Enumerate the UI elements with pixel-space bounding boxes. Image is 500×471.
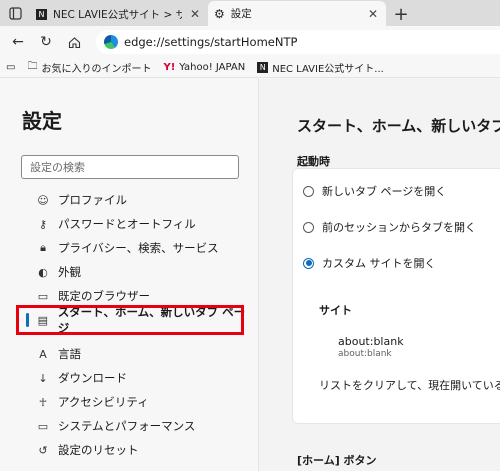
sidebar-item-label: 既定のブラウザー (58, 289, 150, 303)
sidebar-item-accessibility[interactable]: ☥ アクセシビリティ (22, 390, 252, 414)
option-label: 新しいタブ ページを開く (322, 185, 447, 198)
page-title: スタート、ホーム、新しいタブ (297, 117, 500, 135)
yahoo-icon: Y! (163, 62, 176, 73)
home-button[interactable] (62, 30, 86, 54)
startup-section-label: 起動時 (297, 155, 330, 168)
sidebar-item-label: 言語 (58, 347, 81, 361)
sidebar-item-language[interactable]: A 言語 (22, 342, 252, 366)
tab-actions-button[interactable] (0, 0, 30, 26)
folder-import-icon: 🗀 (27, 61, 38, 72)
sidebar-item-label: 外観 (58, 265, 81, 279)
settings-title: 設定 (22, 109, 62, 133)
gear-icon: ⚙ (214, 6, 225, 21)
site-entry-title: about:blank (338, 335, 404, 348)
palette-icon: ◐ (38, 265, 48, 279)
tab-actions-icon (8, 6, 22, 20)
sidebar-item-system[interactable]: ▭ システムとパフォーマンス (22, 414, 252, 438)
sidebar-item-passwords[interactable]: ⚷ パスワードとオートフィル (22, 212, 252, 236)
favorite-nec-lavie[interactable]: N NEC LAVIE公式サイト... (257, 60, 384, 75)
address-url: edge://settings/startHomeNTP (124, 35, 298, 49)
collections-icon[interactable]: ▭ (6, 62, 15, 73)
settings-sidebar: 設定 ☺ プロファイル ⚷ パスワードとオートフィル 🔒︎ プライバシー、検索、サービ… (0, 79, 258, 471)
download-icon: ↓ (38, 371, 48, 385)
browser-toolbar: ← ↻ edge://settings/startHomeNTP (0, 26, 500, 58)
sidebar-item-label: システムとパフォーマンス (58, 419, 196, 433)
plus-icon: + (393, 3, 409, 25)
clear-list-text: リストをクリアして、現在開いている (319, 379, 500, 392)
edge-logo-icon (104, 35, 118, 49)
sidebar-item-label: ダウンロード (58, 371, 127, 385)
language-icon: A (39, 347, 47, 361)
tab-title: NEC LAVIE公式サイト > サービス＆サ (53, 8, 182, 21)
favorite-yahoo[interactable]: Y! Yahoo! JAPAN (163, 62, 245, 73)
tab-settings[interactable]: ⚙ 設定 ✕ (208, 1, 386, 26)
sidebar-item-reset[interactable]: ↺ 設定のリセット (22, 438, 252, 462)
home-button-section-label: [ホーム] ボタン (297, 454, 377, 467)
tab-close-icon[interactable]: ✕ (366, 7, 380, 21)
browser-icon: ▭ (37, 289, 49, 303)
sidebar-item-label: アクセシビリティ (58, 395, 149, 409)
radio-button[interactable] (303, 185, 314, 197)
favorite-label: NEC LAVIE公式サイト... (272, 64, 384, 75)
nec-icon: N (257, 62, 269, 73)
tab-nec-lavie[interactable]: N NEC LAVIE公式サイト > サービス＆サ ✕ (30, 2, 208, 26)
new-tab-button[interactable]: + (386, 2, 416, 26)
sidebar-item-label: プライバシー、検索、サービス (58, 241, 219, 255)
sidebar-item-downloads[interactable]: ↓ ダウンロード (22, 366, 252, 390)
nec-favicon-icon: N (36, 8, 47, 20)
radio-button[interactable] (303, 221, 314, 233)
settings-content: スタート、ホーム、新しいタブ 起動時 新しいタブ ページを開く 前のセッションか… (259, 79, 500, 471)
back-button[interactable]: ← (6, 30, 30, 54)
tab-title: 設定 (230, 8, 252, 20)
tab-strip: N NEC LAVIE公式サイト > サービス＆サ ✕ ⚙ 設定 ✕ + (0, 0, 500, 26)
favorite-label: Yahoo! JAPAN (179, 62, 246, 73)
favorite-import[interactable]: 🗀 お気に入りのインポート (27, 59, 151, 76)
laptop-icon: ▭ (37, 419, 49, 433)
settings-search[interactable] (21, 155, 239, 179)
sites-label: サイト (319, 304, 352, 317)
option-label: カスタム サイトを開く (322, 257, 436, 270)
option-custom-site[interactable]: カスタム サイトを開く (303, 255, 436, 271)
option-previous-session[interactable]: 前のセッションからタブを開く (303, 219, 476, 235)
lock-icon: 🔒︎ (40, 241, 46, 254)
profile-icon: ☺ (37, 193, 49, 207)
arrow-left-icon: ← (12, 34, 24, 50)
selection-highlight-box (16, 305, 244, 335)
refresh-icon: ↻ (40, 34, 52, 50)
sidebar-item-profile[interactable]: ☺ プロファイル (22, 188, 252, 212)
site-entry-url: about:blank (338, 349, 392, 359)
favorites-bar: ▭ 🗀 お気に入りのインポート Y! Yahoo! JAPAN N NEC LA… (0, 58, 500, 78)
tab-close-icon[interactable]: ✕ (188, 7, 202, 21)
sidebar-item-label: パスワードとオートフィル (58, 217, 196, 231)
sidebar-item-privacy[interactable]: 🔒︎ プライバシー、検索、サービス (22, 236, 252, 260)
reset-icon: ↺ (38, 443, 48, 457)
search-input[interactable] (30, 160, 238, 174)
option-new-tab[interactable]: 新しいタブ ページを開く (303, 183, 446, 199)
radio-button-selected[interactable] (303, 257, 314, 269)
sidebar-item-appearance[interactable]: ◐ 外観 (22, 260, 252, 284)
favorite-label: お気に入りのインポート (41, 64, 152, 75)
key-icon: ⚷ (38, 217, 48, 231)
sidebar-item-label: プロファイル (58, 193, 127, 207)
option-label: 前のセッションからタブを開く (322, 221, 476, 234)
refresh-button[interactable]: ↻ (34, 30, 58, 54)
sidebar-item-label: 設定のリセット (58, 443, 139, 457)
accessibility-icon: ☥ (38, 395, 48, 409)
home-icon (68, 36, 80, 48)
address-bar[interactable]: edge://settings/startHomeNTP (96, 30, 500, 54)
